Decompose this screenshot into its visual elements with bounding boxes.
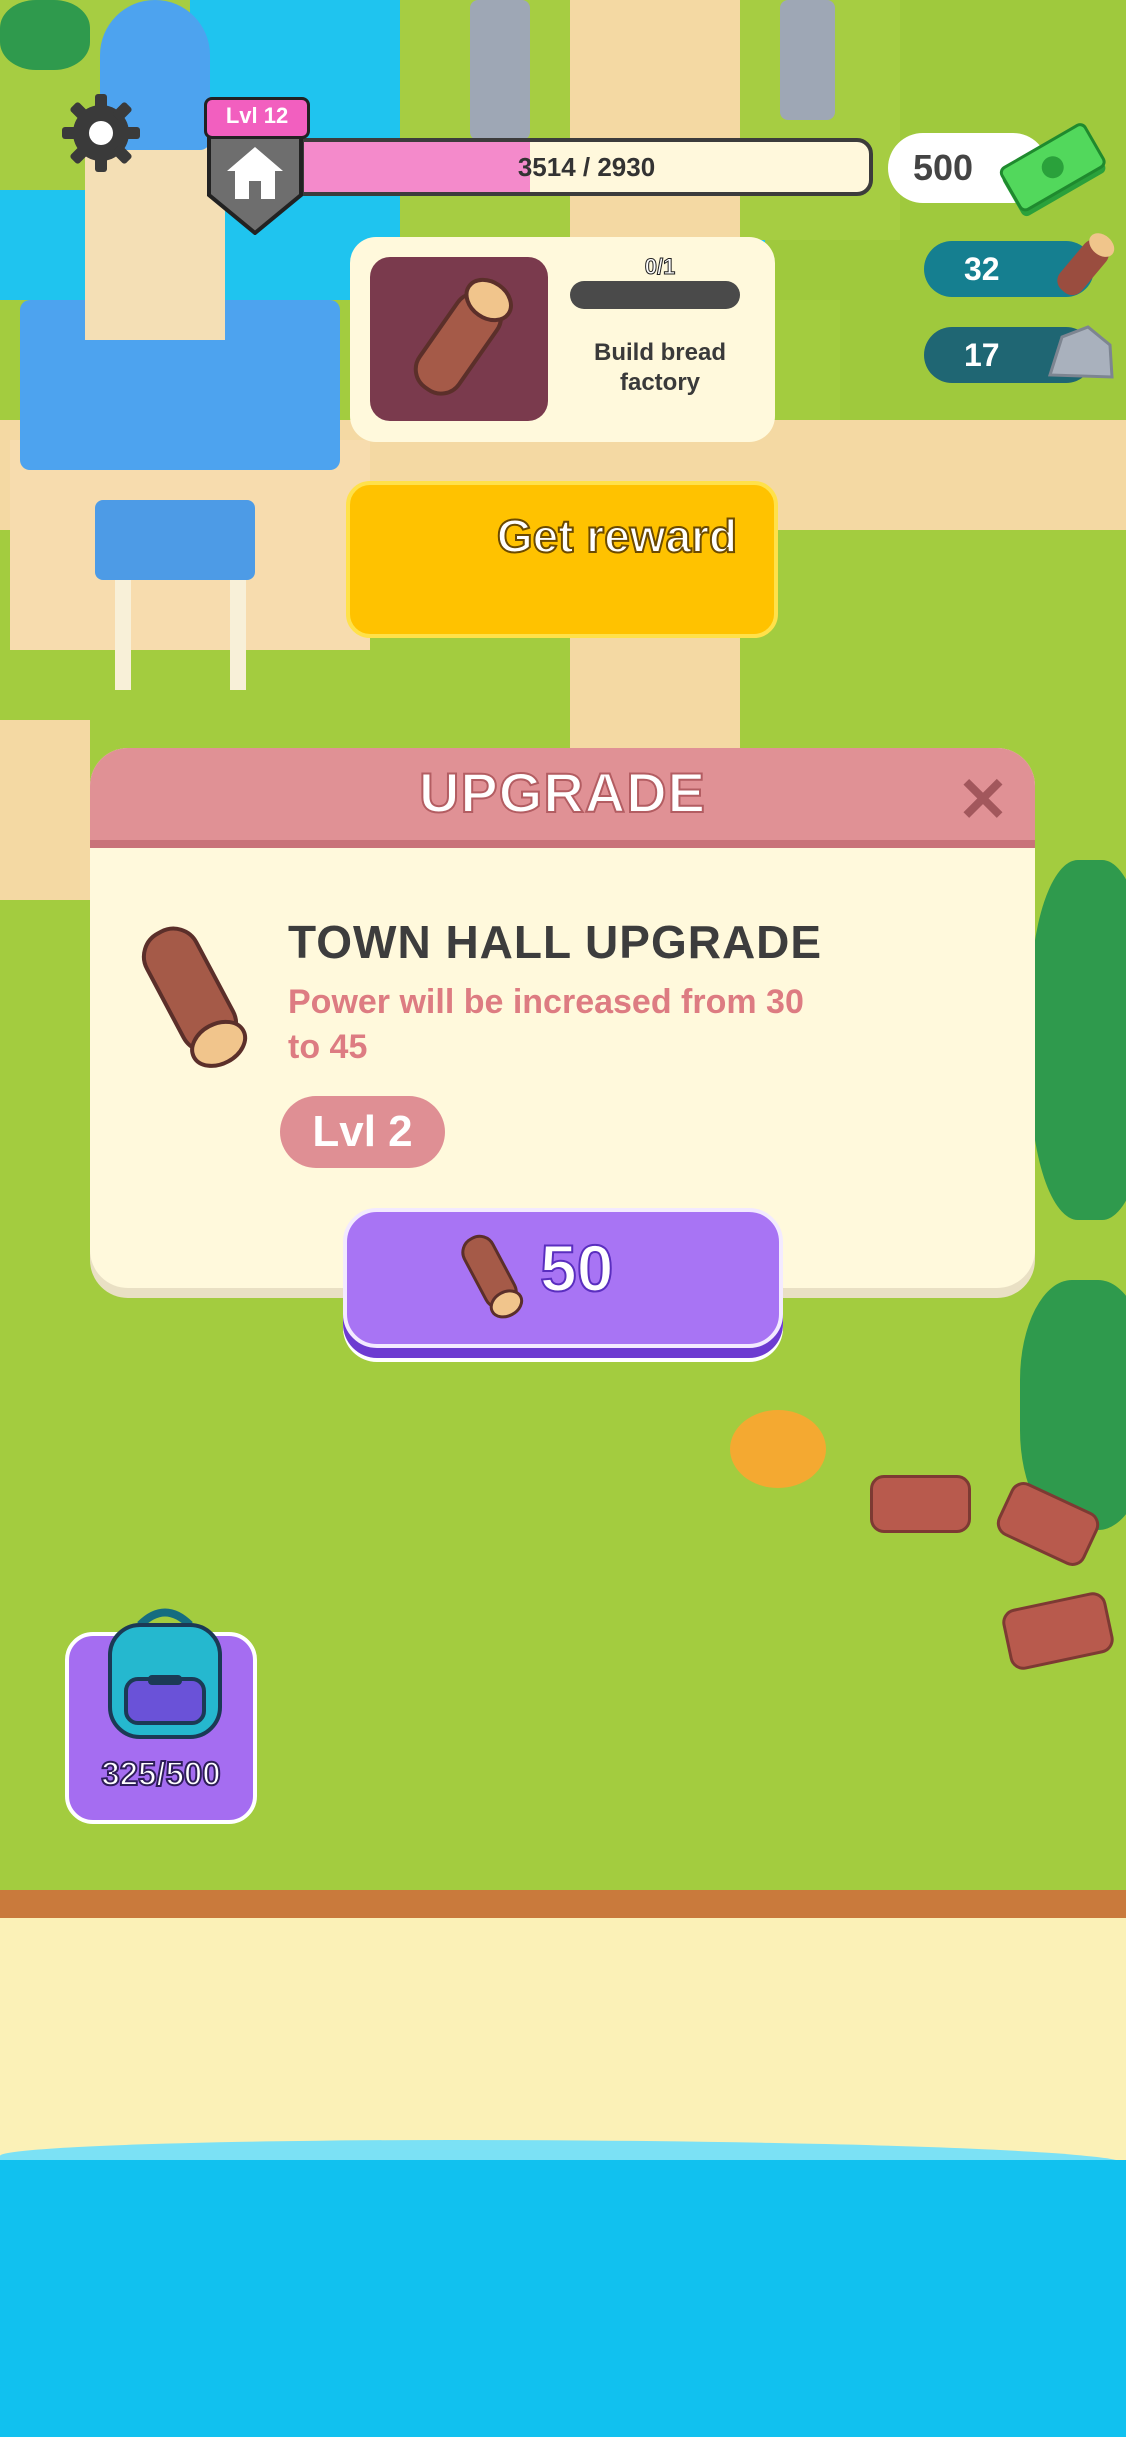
quest-thumbnail	[370, 257, 548, 421]
quest-title: Build bread factory	[593, 339, 726, 396]
banknote-icon	[992, 120, 1112, 220]
pillar	[115, 580, 131, 690]
dirt-edge	[0, 1890, 1126, 1920]
rock-pillar	[470, 0, 530, 140]
log-icon	[1045, 225, 1125, 305]
log-pickup[interactable]	[870, 1475, 971, 1533]
rock-icon	[1040, 315, 1120, 395]
upgrade-cost: 50	[539, 1230, 614, 1306]
town-hall-porch	[95, 500, 255, 580]
pillar	[230, 580, 246, 690]
upgrade-modal-title: UPGRADE	[418, 760, 707, 825]
backpack-capacity: 325/500	[100, 1754, 221, 1793]
upgrade-description: Power will be increased from 30 to 45	[288, 983, 804, 1066]
upgrade-level-chip: Lvl 2	[280, 1096, 445, 1168]
get-reward-button[interactable]: Get reward	[346, 481, 778, 638]
backpack-icon	[100, 1595, 230, 1755]
quest-progress-bar	[570, 281, 740, 309]
player-level-tag: Lvl 12	[204, 97, 310, 139]
build-spot[interactable]	[730, 1410, 826, 1488]
tree	[0, 0, 90, 70]
log-icon	[115, 900, 265, 1080]
rock-pillar	[780, 0, 835, 120]
cash-amount: 500	[912, 147, 974, 188]
sand-path	[0, 720, 90, 900]
sea	[0, 2160, 1126, 2437]
quest-progress-text: 0/1	[644, 254, 676, 280]
close-icon[interactable]: ✕	[950, 768, 1016, 834]
upgrade-item-name: TOWN HALL UPGRADE	[288, 916, 823, 968]
beach	[0, 1918, 1126, 2178]
xp-progress-text: 3514 / 2930	[517, 152, 656, 182]
settings-gear-icon[interactable]	[58, 90, 144, 176]
tree	[1030, 860, 1126, 1220]
xp-progress-bar: 3514 / 2930	[300, 138, 873, 196]
log-icon	[445, 1223, 535, 1323]
